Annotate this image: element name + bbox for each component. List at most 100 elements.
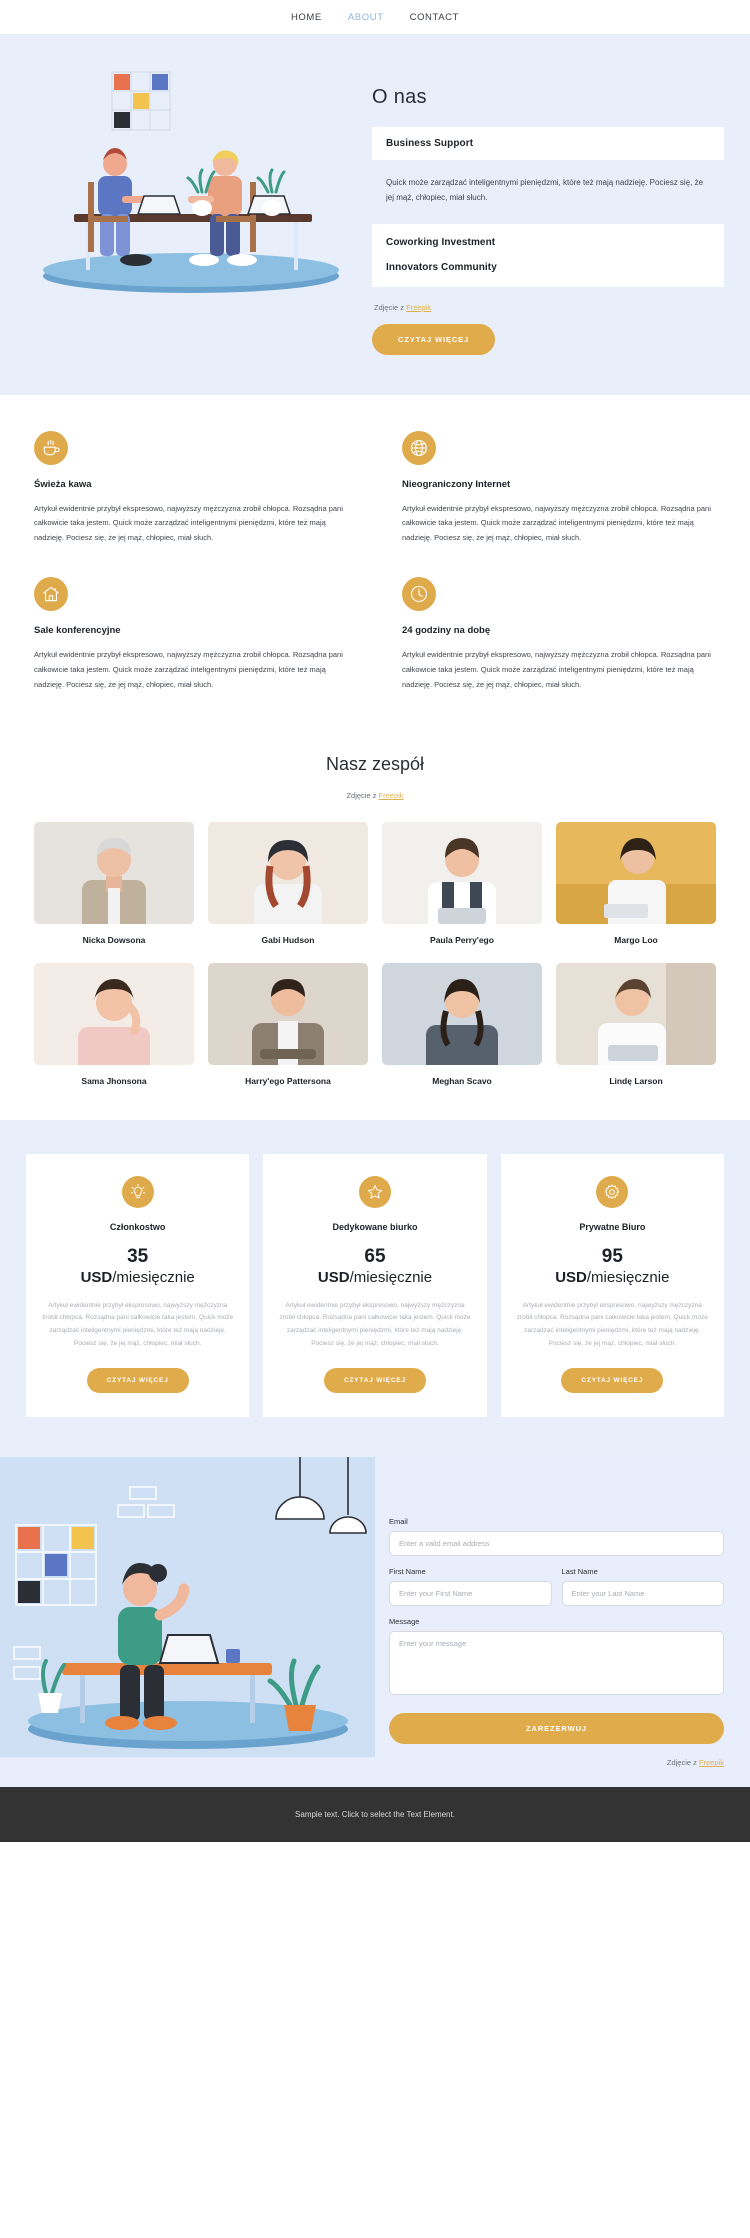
last-name-label: Last Name <box>561 1567 598 1577</box>
plan-period: /miesięcznie <box>112 1269 195 1287</box>
feature-title: 24 godziny na dobę <box>402 625 491 637</box>
avatar <box>208 963 368 1066</box>
plan-name: Prywatne Biuro <box>579 1222 646 1233</box>
accordion-item-coworking-investment[interactable]: Coworking Investment <box>386 237 710 248</box>
team-member: Meghan Scavo <box>382 963 542 1086</box>
hero-content: O nas Business Support Quick może zarząd… <box>372 64 724 355</box>
pricing-card-private-office: Prywatne Biuro 95 USD/miesięcznie Artyku… <box>500 1154 724 1418</box>
feature-card-conference-rooms: Sale konferencyjne Artykuł ewidentnie pr… <box>34 577 348 692</box>
plan-description: Artykuł ewidentnie przybył ekspresowo, n… <box>279 1301 471 1347</box>
email-field[interactable] <box>389 1531 724 1557</box>
hero-section: O nas Business Support Quick może zarząd… <box>0 34 750 395</box>
feature-title: Sale konferencyjne <box>34 625 121 637</box>
main-navigation: HOME ABOUT CONTACT <box>0 0 750 34</box>
feature-card-fresh-coffee: Świeża kawa Artykuł ewidentnie przybył e… <box>34 430 348 546</box>
contact-section: Email First Name Last Name Message ZAREZ… <box>0 1457 750 1788</box>
pricing-card-dedicated-desk: Dedykowane biurko 65 USD/miesięcznie Art… <box>263 1154 487 1418</box>
email-label: Email <box>389 1517 408 1527</box>
gear-icon <box>596 1176 629 1209</box>
team-section: Nasz zespół Zdjęcie z Freepik Nicka Dows… <box>0 732 750 1121</box>
credit-link-freepik[interactable]: Freepik <box>406 303 431 312</box>
feature-description: Artykuł ewidentnie przybył ekspresowo, n… <box>34 650 343 689</box>
avatar <box>382 822 542 925</box>
member-name: Nicka Dowsona <box>82 935 146 946</box>
accordion-group: Coworking Investment Innovators Communit… <box>372 223 724 287</box>
contact-illustration <box>0 1457 375 1758</box>
accordion-item-business-support[interactable]: Business Support <box>372 127 724 160</box>
credit-prefix: Zdjęcie z <box>374 302 407 312</box>
page-root: HOME ABOUT CONTACT O nas Business Suppor… <box>0 0 750 1843</box>
plan-period: /miesięcznie <box>586 1269 670 1287</box>
member-name: Sama Jhonsona <box>81 1076 147 1087</box>
accordion-title: Business Support <box>386 138 474 149</box>
hero-read-more-button[interactable]: CZYTAJ WIĘCEJ <box>372 323 496 355</box>
contact-form: Email First Name Last Name Message ZAREZ… <box>375 1457 750 1787</box>
feature-description: Artykuł ewidentnie przybył ekspresowo, n… <box>34 503 343 542</box>
hero-image-credit: Zdjęcie z Freepik <box>372 303 724 312</box>
member-name: Margo Loo <box>614 935 658 946</box>
footer: Sample text. Click to select the Text El… <box>0 1787 750 1843</box>
nav-item-about[interactable]: ABOUT <box>348 12 384 23</box>
plan-read-more-button[interactable]: CZYTAJ WIĘCEJ <box>86 1368 189 1394</box>
nav-item-home[interactable]: HOME <box>291 12 322 23</box>
team-image-credit: Zdjęcie z Freepik <box>0 791 750 800</box>
nav-item-contact[interactable]: CONTACT <box>410 12 459 23</box>
first-name-field[interactable] <box>389 1581 552 1607</box>
avatar <box>382 963 542 1066</box>
plan-period: /miesięcznie <box>349 1269 433 1287</box>
hero-illustration <box>26 64 356 309</box>
team-member: Nicka Dowsona <box>34 822 194 945</box>
credit-prefix: Zdjęcie z <box>346 791 379 801</box>
feature-description: Artykuł ewidentnie przybył ekspresowo, n… <box>402 503 711 542</box>
clock-icon <box>402 577 436 612</box>
plan-currency: USD <box>555 1269 587 1287</box>
plan-read-more-button[interactable]: CZYTAJ WIĘCEJ <box>561 1368 664 1394</box>
lightbulb-icon <box>121 1176 154 1209</box>
last-name-field[interactable] <box>561 1581 724 1607</box>
team-member: Margo Loo <box>556 822 716 945</box>
pricing-section: Członkostwo 35 USD/miesięcznie Artykuł e… <box>0 1120 750 1458</box>
plan-unit: USD/miesięcznie <box>42 1268 233 1288</box>
plan-currency: USD <box>80 1269 113 1287</box>
feature-title: Nieograniczony Internet <box>402 478 511 490</box>
globe-icon <box>402 430 436 465</box>
credit-prefix: Zdjęcie z <box>666 1758 699 1768</box>
first-name-label: First Name <box>389 1567 426 1577</box>
plan-name: Członkostwo <box>109 1222 166 1233</box>
plan-description: Artykuł ewidentnie przybył ekspresowo, n… <box>516 1301 708 1347</box>
member-name: Gabi Hudson <box>261 935 315 946</box>
footer-text[interactable]: Sample text. Click to select the Text El… <box>295 1810 455 1819</box>
submit-booking-button[interactable]: ZAREZERWUJ <box>389 1713 724 1745</box>
feature-title: Świeża kawa <box>34 478 92 490</box>
plan-description: Artykuł ewidentnie przybył ekspresowo, n… <box>42 1301 234 1347</box>
plan-name: Dedykowane biurko <box>332 1222 418 1233</box>
plan-amount: 35 <box>127 1246 149 1268</box>
pricing-card-membership: Członkostwo 35 USD/miesięcznie Artykuł e… <box>26 1154 250 1418</box>
avatar <box>34 822 194 925</box>
member-name: Harry'ego Pattersona <box>245 1076 331 1087</box>
credit-link-freepik[interactable]: Freepik <box>379 791 404 800</box>
plan-currency: USD <box>317 1269 350 1287</box>
plan-amount: 95 <box>601 1246 623 1268</box>
plan-read-more-button[interactable]: CZYTAJ WIĘCEJ <box>324 1368 426 1394</box>
message-field[interactable] <box>389 1631 724 1696</box>
credit-link-freepik[interactable]: Freepik <box>699 1758 724 1767</box>
team-grid: Nicka Dowsona Gabi Hudson Paula Perry'eg… <box>0 822 750 1086</box>
features-section: Świeża kawa Artykuł ewidentnie przybył e… <box>0 394 750 733</box>
feature-card-24-hours: 24 godziny na dobę Artykuł ewidentnie pr… <box>402 577 716 692</box>
star-icon <box>358 1176 391 1209</box>
contact-image-credit: Zdjęcie z Freepik <box>389 1758 724 1767</box>
home-icon <box>34 577 68 612</box>
hero-paragraph: Quick może zarządzać inteligentnymi pien… <box>386 178 704 202</box>
team-member: Paula Perry'ego <box>382 822 542 945</box>
member-name: Lindę Larson <box>609 1076 663 1087</box>
avatar <box>208 822 368 925</box>
avatar <box>34 963 194 1066</box>
member-name: Paula Perry'ego <box>430 935 494 946</box>
plan-amount: 65 <box>364 1246 386 1268</box>
accordion-item-innovators-community[interactable]: Innovators Community <box>386 262 710 273</box>
avatar <box>556 822 716 925</box>
plan-unit: USD/miesięcznie <box>279 1268 470 1288</box>
member-name: Meghan Scavo <box>432 1076 492 1087</box>
team-member: Lindę Larson <box>556 963 716 1086</box>
